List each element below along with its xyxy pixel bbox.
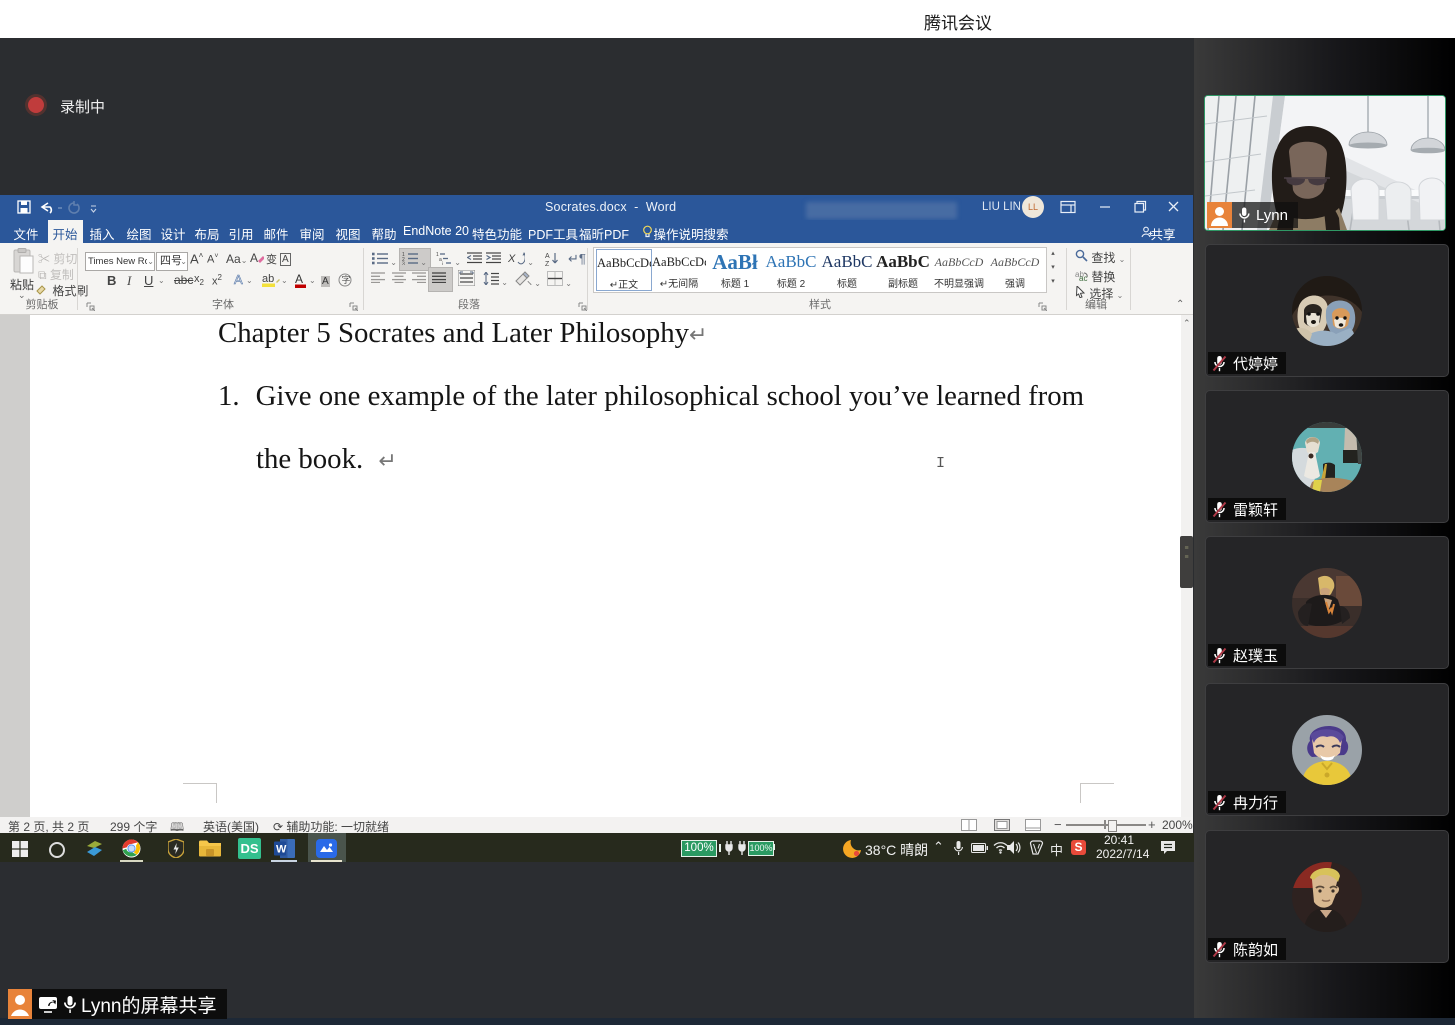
svg-text:ab: ab [262, 273, 274, 285]
svg-text:ac: ac [1079, 274, 1087, 281]
svg-text:字: 字 [342, 274, 351, 285]
svg-text:A: A [295, 272, 303, 286]
svg-text:A: A [545, 253, 550, 260]
svg-text:X: X [508, 253, 516, 265]
svg-text:3: 3 [402, 262, 405, 266]
svg-text:Z: Z [545, 261, 550, 266]
svg-text:A: A [250, 251, 258, 265]
svg-text:i: i [442, 262, 443, 266]
svg-text:W: W [276, 844, 287, 856]
